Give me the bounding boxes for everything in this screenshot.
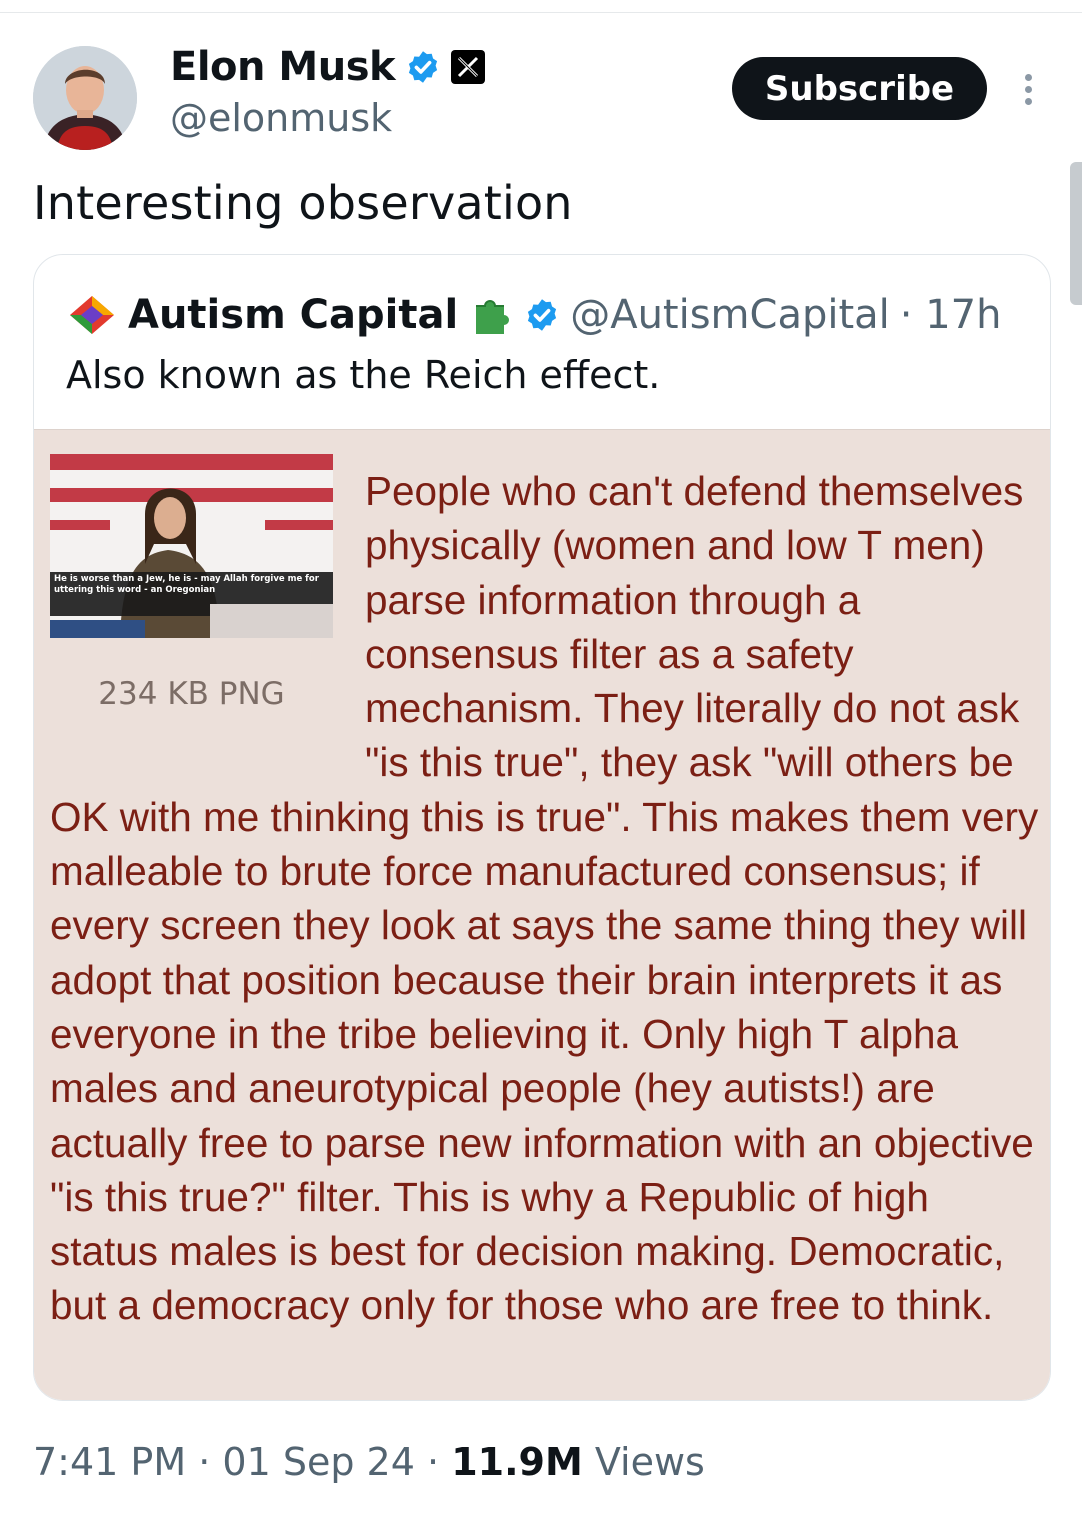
rainbow-infinity-puzzle-avatar-icon[interactable] [66,292,118,338]
author-avatar[interactable] [33,46,137,150]
x-affiliation-icon [451,50,486,84]
quote-text: Also known as the Reich effect. [66,353,661,397]
quote-attached-image[interactable]: He is worse than a Jew, he is - may Alla… [34,429,1050,1400]
tweet-time[interactable]: 7:41 PM [33,1440,186,1484]
author-name-row: Elon Musk [170,44,486,90]
post-body: People who can't defend themselves physi… [50,464,1040,1333]
verified-badge-icon [409,51,438,83]
more-options-icon[interactable] [1016,70,1040,110]
thumbnail-spacer [50,464,365,736]
x-logo-icon [458,56,479,78]
quote-header: Autism Capital @AutismCapital · 17h [66,289,1001,341]
views-label: Views [594,1440,705,1484]
top-divider [0,12,1082,13]
tweet-date[interactable]: 01 Sep 24 [222,1440,415,1484]
tweet-meta: 7:41 PM · 01 Sep 24 · 11.9M Views [33,1440,705,1484]
quote-age: · 17h [899,292,1002,338]
quote-author-name[interactable]: Autism Capital [128,292,458,338]
quoted-tweet[interactable]: Autism Capital @AutismCapital · 17h Also… [33,254,1051,1401]
quote-verified-badge-icon [528,299,557,331]
meta-separator: · [198,1440,211,1484]
avatar-image [33,46,137,150]
author-handle[interactable]: @elonmusk [170,96,392,140]
subscribe-button[interactable]: Subscribe [732,57,987,120]
scrollbar[interactable] [1070,162,1082,305]
meta-separator: · [427,1440,440,1484]
views-count[interactable]: 11.9M [451,1440,583,1484]
puzzle-piece-icon [476,300,510,334]
tweet-text: Interesting observation [33,176,573,230]
quote-author-handle[interactable]: @AutismCapital [570,292,890,338]
author-name[interactable]: Elon Musk [170,44,396,90]
